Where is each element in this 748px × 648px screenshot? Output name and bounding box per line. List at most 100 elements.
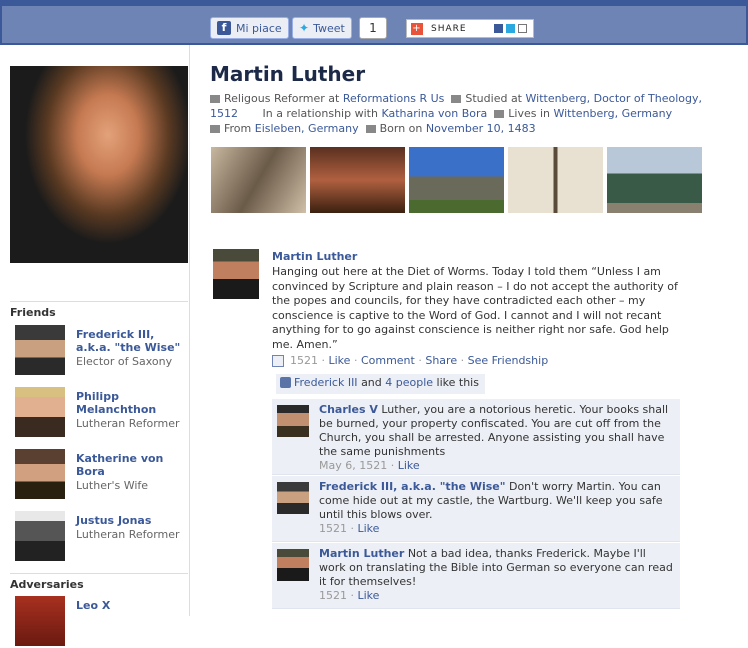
comment-avatar[interactable] <box>277 549 309 581</box>
facebook-like-button[interactable]: f Mi piace <box>210 17 289 39</box>
separator: · <box>321 354 326 367</box>
relationship-link[interactable]: Katharina von Bora <box>381 107 487 120</box>
friend-desc: Lutheran Reformer <box>76 528 180 541</box>
job-label: Religous Reformer at <box>224 92 340 105</box>
comment-date: 1521 <box>319 522 347 535</box>
relationship-label: In a relationship with <box>262 107 378 120</box>
see-friendship-link[interactable]: See Friendship <box>468 354 549 367</box>
section-divider <box>10 573 188 574</box>
friend-name[interactable]: Philipp Melanchthon <box>76 390 188 416</box>
tweet-count: 1 <box>359 17 387 39</box>
briefcase-icon <box>210 95 220 103</box>
like-link[interactable]: Like <box>329 354 351 367</box>
friend-desc: Luther's Wife <box>76 479 149 492</box>
studied-year-link[interactable]: 1512 <box>210 107 238 120</box>
friend-desc: Lutheran Reformer <box>76 417 180 430</box>
tweet-label: Tweet <box>313 21 345 35</box>
facebook-mini-icon <box>494 24 503 33</box>
likes-summary: Frederick III and 4 people like this <box>276 374 485 394</box>
friends-title: Friends <box>10 306 56 319</box>
friend-avatar[interactable] <box>15 325 65 375</box>
adversary-name[interactable]: Leo X <box>76 599 188 612</box>
comment-like-link[interactable]: Like <box>358 589 380 602</box>
share-toolbar: f Mi piace ✦ Tweet 1 + SHARE <box>0 0 748 45</box>
comment-like-link[interactable]: Like <box>398 459 420 472</box>
friend-desc: Elector of Saxony <box>76 355 173 368</box>
comment-author[interactable]: Martin Luther <box>319 547 404 560</box>
photo-strip <box>211 147 702 213</box>
comment-link[interactable]: Comment <box>361 354 415 367</box>
twitter-bird-icon: ✦ <box>299 21 310 35</box>
facebook-icon: f <box>217 21 231 35</box>
comment-date: May 6, 1521 <box>319 459 388 472</box>
thumbs-up-icon <box>280 377 291 388</box>
friend-name[interactable]: Frederick III, a.k.a. "the Wise" <box>76 328 188 354</box>
comment: Frederick III, a.k.a. "the Wise" Don't w… <box>272 476 680 542</box>
post-text: Hanging out here at the Diet of Worms. T… <box>272 265 678 351</box>
liker-link[interactable]: Frederick III <box>294 376 358 389</box>
from-label: From <box>224 122 252 135</box>
adversary-avatar[interactable] <box>15 596 65 646</box>
profile-info: Religous Reformer at Reformations R Us S… <box>210 91 710 136</box>
lives-label: Lives in <box>508 107 550 120</box>
photo-thumbnail[interactable] <box>310 147 405 213</box>
photo-thumbnail[interactable] <box>409 147 504 213</box>
born-link[interactable]: November 10, 1483 <box>426 122 536 135</box>
friend-item[interactable]: Frederick III, a.k.a. "the Wise" Elector… <box>15 325 185 377</box>
separator: · <box>350 589 355 602</box>
like-label: Mi piace <box>236 21 282 35</box>
share-label: SHARE <box>431 23 467 34</box>
comment-author[interactable]: Charles V <box>319 403 378 416</box>
born-label: Born on <box>379 122 423 135</box>
friend-name[interactable]: Justus Jonas <box>76 514 188 527</box>
addthis-share-button[interactable]: + SHARE <box>406 19 534 38</box>
post-author-link[interactable]: Martin Luther <box>272 250 357 263</box>
home-icon <box>494 110 505 118</box>
comment-date: 1521 <box>319 589 347 602</box>
comment-like-link[interactable]: Like <box>358 522 380 535</box>
adversary-item[interactable]: Leo X <box>15 596 185 648</box>
profile-photo[interactable] <box>10 66 188 263</box>
sidebar-divider <box>189 45 190 616</box>
job-link[interactable]: Reformations R Us <box>343 92 445 105</box>
graduation-cap-icon <box>451 95 462 103</box>
tweet-button[interactable]: ✦ Tweet <box>292 17 352 39</box>
separator: · <box>350 522 355 535</box>
likes-and: and <box>361 376 382 389</box>
friend-item[interactable]: Justus Jonas Lutheran Reformer <box>15 511 185 563</box>
location-icon <box>210 125 220 133</box>
comment: Martin Luther Not a bad idea, thanks Fre… <box>272 543 680 609</box>
likes-suffix: like this <box>436 376 479 389</box>
calendar-icon <box>365 125 376 133</box>
adversaries-title: Adversaries <box>10 578 84 591</box>
twitter-mini-icon <box>506 24 515 33</box>
plus-icon: + <box>411 22 423 35</box>
separator: · <box>390 459 395 472</box>
friend-item[interactable]: Katherine von Bora Luther's Wife <box>15 449 185 501</box>
comment-avatar[interactable] <box>277 405 309 437</box>
post-actions: 1521 · Like · Comment · Share · See Frie… <box>272 354 548 367</box>
likes-count-link[interactable]: 4 people <box>385 376 433 389</box>
comment: Charles V Luther, you are a notorious he… <box>272 399 680 475</box>
separator: · <box>353 354 358 367</box>
comment-avatar[interactable] <box>277 482 309 514</box>
post-author-avatar[interactable] <box>213 249 259 299</box>
status-icon <box>272 355 284 367</box>
photo-thumbnail[interactable] <box>607 147 702 213</box>
photo-thumbnail[interactable] <box>211 147 306 213</box>
friend-item[interactable]: Philipp Melanchthon Lutheran Reformer <box>15 387 185 439</box>
lives-link[interactable]: Wittenberg, Germany <box>553 107 672 120</box>
friend-avatar[interactable] <box>15 387 65 437</box>
friend-avatar[interactable] <box>15 449 65 499</box>
photo-thumbnail[interactable] <box>508 147 603 213</box>
share-link[interactable]: Share <box>425 354 457 367</box>
separator: · <box>460 354 465 367</box>
from-link[interactable]: Eisleben, Germany <box>255 122 359 135</box>
section-divider <box>10 301 188 302</box>
studied-label: Studied at <box>465 92 522 105</box>
email-icon <box>518 24 527 33</box>
comment-author[interactable]: Frederick III, a.k.a. "the Wise" <box>319 480 505 493</box>
studied-link[interactable]: Wittenberg, Doctor of Theology, <box>526 92 702 105</box>
friend-avatar[interactable] <box>15 511 65 561</box>
friend-name[interactable]: Katherine von Bora <box>76 452 188 478</box>
